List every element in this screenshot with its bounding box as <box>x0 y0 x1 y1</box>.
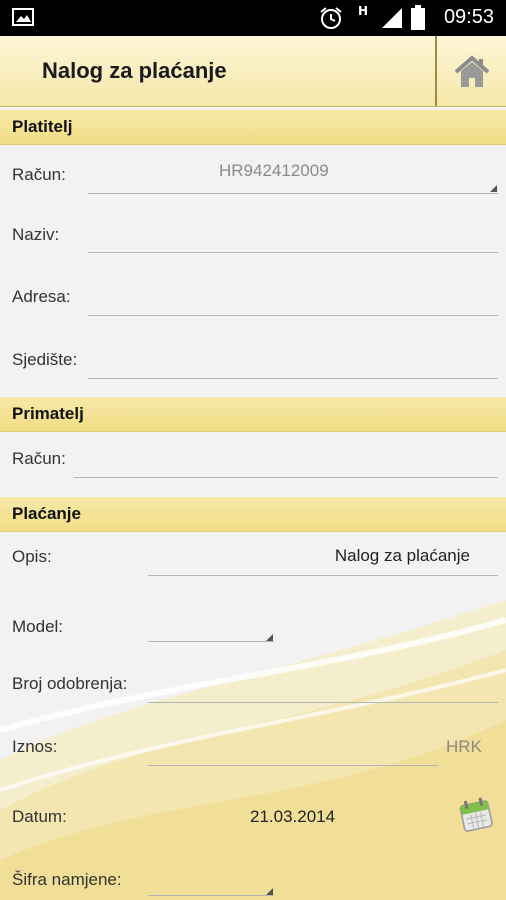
platitelj-racun-value: HR942412009 <box>219 161 329 180</box>
model-underline <box>148 641 274 642</box>
title-bar: Nalog za plaćanje <box>0 36 506 107</box>
datum-label: Datum: <box>12 807 67 826</box>
title-separator <box>435 36 437 106</box>
page-title: Nalog za plaćanje <box>42 58 227 83</box>
sjediste-field[interactable] <box>88 378 498 379</box>
platitelj-racun-select[interactable]: HR942412009 <box>88 155 498 195</box>
section-placanje: Plaćanje <box>0 497 506 532</box>
signal-icon <box>382 8 402 28</box>
status-time: 09:53 <box>443 6 494 28</box>
iznos-label: Iznos: <box>12 737 58 756</box>
network-type-icon: H <box>358 4 369 18</box>
broj-odobrenja-field[interactable] <box>148 702 498 703</box>
iznos-currency: HRK <box>446 737 482 756</box>
sjediste-label: Sjedište: <box>12 350 78 369</box>
primatelj-racun-label: Račun: <box>12 449 66 468</box>
image-notification-icon <box>12 8 34 26</box>
datum-value[interactable]: 21.03.2014 <box>250 807 335 827</box>
broj-odobrenja-label: Broj odobrenja: <box>12 674 128 693</box>
battery-icon <box>411 5 425 30</box>
opis-field[interactable]: Nalog za plaćanje <box>148 540 498 578</box>
primatelj-racun-field[interactable] <box>74 477 498 478</box>
sifra-namjene-select[interactable] <box>148 868 274 898</box>
adresa-field[interactable] <box>88 315 498 316</box>
adresa-label: Adresa: <box>12 287 71 306</box>
section-title-primatelj: Primatelj <box>12 404 84 423</box>
section-platitelj: Platitelj <box>0 110 506 145</box>
naziv-label: Naziv: <box>12 225 60 244</box>
section-title-platitelj: Platitelj <box>12 117 73 136</box>
model-label: Model: <box>12 617 64 636</box>
opis-value: Nalog za plaćanje <box>334 546 470 565</box>
status-bar: H 09:53 <box>0 0 506 36</box>
naziv-field[interactable] <box>88 252 498 253</box>
section-title-placanje: Plaćanje <box>12 504 81 523</box>
opis-underline <box>148 575 498 576</box>
dropdown-arrow-icon <box>266 888 273 895</box>
platitelj-racun-underline <box>88 193 498 194</box>
calendar-icon[interactable] <box>456 795 496 835</box>
sifra-namjene-label: Šifra namjene: <box>12 870 122 889</box>
iznos-field[interactable] <box>148 765 438 766</box>
alarm-icon <box>320 7 342 29</box>
sifra-namjene-underline <box>148 895 274 896</box>
platitelj-racun-label: Račun: <box>12 165 66 184</box>
section-primatelj: Primatelj <box>0 397 506 432</box>
home-icon[interactable] <box>452 54 492 90</box>
dropdown-arrow-icon <box>490 185 497 192</box>
opis-label: Opis: <box>12 547 52 566</box>
model-select[interactable] <box>148 610 274 644</box>
dropdown-arrow-icon <box>266 634 273 641</box>
